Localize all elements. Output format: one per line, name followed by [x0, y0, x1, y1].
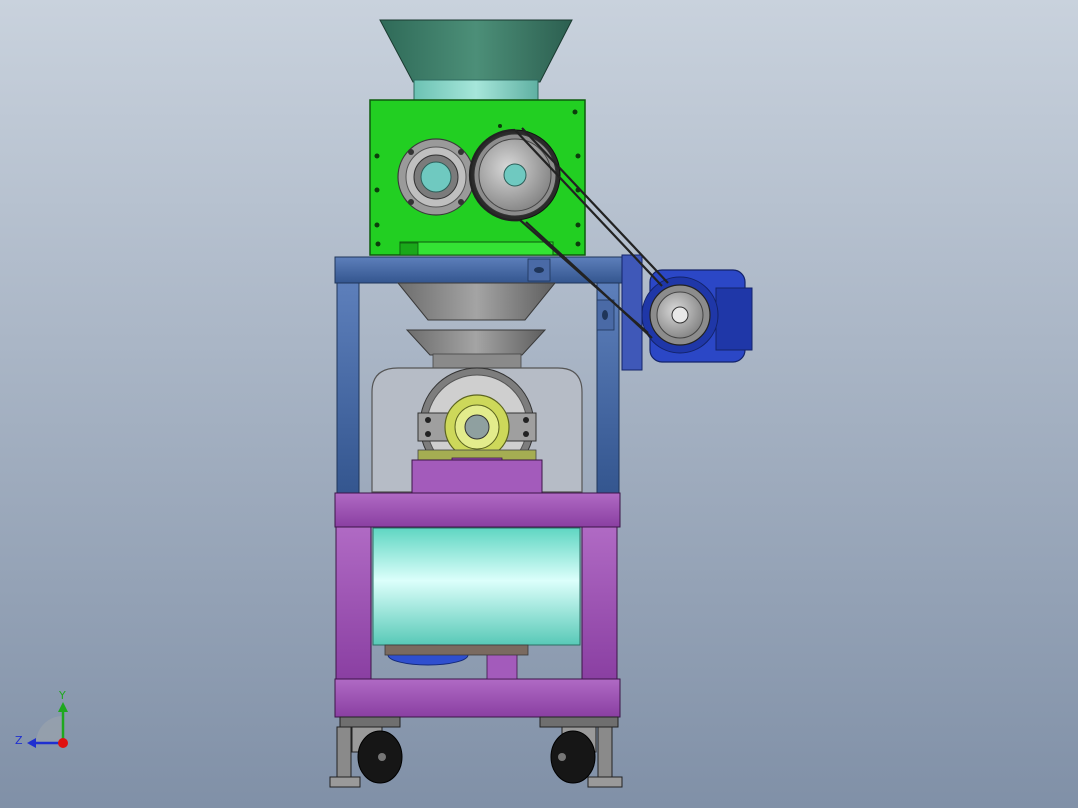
x-axis-dot: [58, 738, 68, 748]
y-axis-label: Y: [58, 689, 66, 702]
bearing-block: [444, 394, 510, 460]
z-axis-label: Z: [15, 734, 23, 747]
drive-motor: [621, 254, 753, 371]
mill-body: [371, 367, 583, 494]
hopper-neck: [413, 79, 539, 101]
rotor-bearing-flange: [397, 138, 475, 216]
cad-viewport[interactable]: Y Z: [0, 0, 1078, 808]
crusher-housing: [369, 99, 586, 256]
caster-left: [329, 716, 403, 788]
collection-tank: [372, 527, 581, 646]
machine-assembly-drawing: Y Z: [0, 0, 1078, 808]
drive-pulley: [649, 284, 711, 346]
mill-inlet-funnel: [405, 329, 547, 356]
